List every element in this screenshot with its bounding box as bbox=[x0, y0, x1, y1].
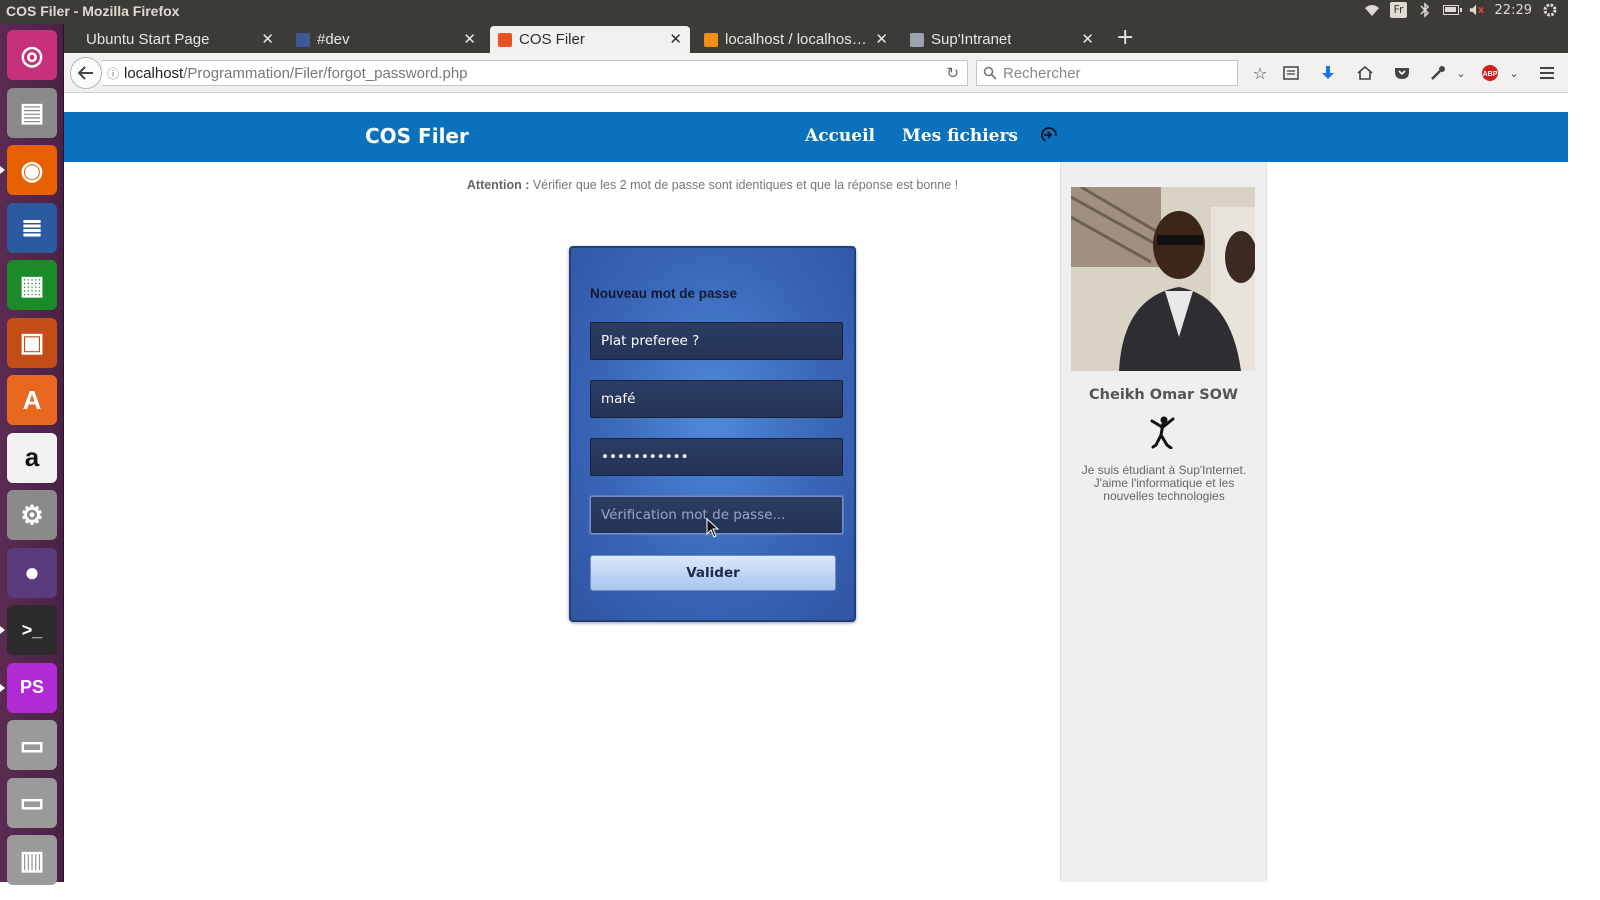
arrow-left-icon bbox=[78, 66, 93, 80]
logout-icon[interactable] bbox=[1040, 126, 1058, 144]
submit-button[interactable]: Valider bbox=[590, 555, 836, 591]
amazon-icon[interactable]: a bbox=[7, 432, 57, 483]
new-tab-icon[interactable]: + bbox=[1116, 27, 1134, 49]
unity-launcher: ◎ ▤ ◉ ≣ ▦ ▣ Aa ⚙ ● >_ PS ▭ ▭ ▥ bbox=[0, 24, 64, 885]
system-settings-icon[interactable]: ⚙ bbox=[7, 490, 57, 540]
phpmyadmin-favicon-icon bbox=[704, 32, 718, 47]
running-indicator-icon bbox=[0, 683, 5, 692]
keyboard-layout-badge[interactable]: Fr bbox=[1390, 2, 1407, 18]
drive-icon[interactable]: ▭ bbox=[7, 720, 57, 770]
ubuntu-dash-icon[interactable]: ◎ bbox=[7, 30, 57, 80]
chevron-down-icon[interactable]: ⌄ bbox=[1451, 63, 1471, 83]
search-placeholder: Rechercher bbox=[1003, 64, 1081, 82]
screencast-icon[interactable]: ● bbox=[7, 547, 57, 598]
files-icon[interactable]: ▤ bbox=[7, 87, 57, 138]
attention-notice: Attention : Vérifier que les 2 mot de pa… bbox=[365, 178, 1060, 192]
tab-phpmyadmin[interactable]: localhost / localhos… ✕ bbox=[696, 26, 896, 53]
calc-icon[interactable]: ▦ bbox=[7, 260, 57, 310]
home-icon[interactable] bbox=[1355, 63, 1375, 83]
bookmark-star-icon[interactable]: ☆ bbox=[1250, 63, 1270, 83]
adblock-icon[interactable]: ABP bbox=[1480, 63, 1500, 83]
back-button[interactable] bbox=[70, 57, 102, 89]
tab-cos-filer[interactable]: COS Filer ✕ bbox=[490, 26, 690, 53]
download-icon[interactable] bbox=[1318, 63, 1338, 83]
software-center-icon[interactable]: A bbox=[7, 375, 57, 425]
attention-text: Vérifier que les 2 mot de passe sont ide… bbox=[529, 178, 959, 192]
bluetooth-icon[interactable] bbox=[1417, 2, 1433, 18]
nav-link-home[interactable]: Accueil bbox=[805, 126, 875, 146]
tab-bar: Ubuntu Start Page ✕ #dev ✕ COS Filer ✕ l… bbox=[64, 24, 1568, 53]
reset-password-form: Nouveau mot de passe Plat preferee ? maf… bbox=[569, 246, 856, 622]
attention-label: Attention : bbox=[466, 178, 530, 192]
tab-label: Sup'Intranet bbox=[931, 31, 1012, 48]
close-icon[interactable]: ✕ bbox=[669, 30, 682, 48]
clock[interactable]: 22:29 bbox=[1495, 3, 1532, 18]
mouse-cursor-icon bbox=[706, 518, 720, 538]
site-title[interactable]: COS Filer bbox=[365, 124, 469, 148]
close-icon[interactable]: ✕ bbox=[463, 30, 476, 48]
tab-ubuntu-start-page[interactable]: Ubuntu Start Page ✕ bbox=[78, 26, 282, 53]
system-tray: Fr 22:29 bbox=[1364, 2, 1558, 18]
running-indicator-icon bbox=[0, 166, 5, 174]
page-background bbox=[64, 672, 1060, 882]
reading-list-icon[interactable] bbox=[1281, 63, 1301, 83]
system-top-panel: COS Filer - Mozilla Firefox Fr 22:29 bbox=[0, 0, 1568, 24]
hamburger-menu-icon[interactable] bbox=[1537, 63, 1557, 83]
settings-gear-icon[interactable] bbox=[1542, 2, 1558, 18]
trash-icon[interactable]: ▥ bbox=[7, 835, 57, 885]
irc-favicon-icon bbox=[296, 32, 310, 47]
dancing-person-icon bbox=[1149, 415, 1177, 450]
nav-link-files[interactable]: Mes fichiers bbox=[902, 126, 1018, 146]
close-icon[interactable]: ✕ bbox=[1081, 30, 1094, 48]
page-viewport: COS Filer Accueil Mes fichiers Attention… bbox=[64, 94, 1568, 882]
drive-icon-2[interactable]: ▭ bbox=[7, 777, 57, 828]
wifi-icon[interactable] bbox=[1364, 2, 1380, 18]
running-indicator-icon bbox=[0, 626, 5, 634]
form-title: Nouveau mot de passe bbox=[590, 286, 738, 301]
tab-label: COS Filer bbox=[519, 31, 585, 48]
url-host: localhost bbox=[124, 64, 184, 82]
reload-icon[interactable]: ↻ bbox=[946, 64, 959, 82]
url-bar[interactable]: ⓘ localhost/Programmation/Filer/forgot_p… bbox=[102, 60, 968, 86]
search-bar[interactable]: Rechercher bbox=[976, 60, 1238, 86]
impress-icon[interactable]: ▣ bbox=[7, 317, 57, 368]
firefox-icon[interactable]: ◉ bbox=[7, 145, 57, 195]
developer-tools-icon[interactable] bbox=[1428, 63, 1448, 83]
close-icon[interactable]: ✕ bbox=[261, 30, 274, 48]
new-password-field[interactable]: ••••••••••• bbox=[590, 438, 843, 476]
site-header: COS Filer Accueil Mes fichiers bbox=[64, 112, 1568, 162]
tab-dev[interactable]: #dev ✕ bbox=[288, 26, 484, 53]
profile-name: Cheikh Omar SOW bbox=[1089, 387, 1238, 403]
navigation-bar: ⓘ localhost/Programmation/Filer/forgot_p… bbox=[64, 53, 1568, 93]
info-icon[interactable]: ⓘ bbox=[102, 65, 124, 82]
window-title: COS Filer - Mozilla Firefox bbox=[6, 3, 180, 19]
search-icon bbox=[983, 66, 997, 80]
battery-icon[interactable] bbox=[1442, 2, 1462, 18]
supintranet-favicon-icon bbox=[910, 32, 924, 47]
terminal-icon[interactable]: >_ bbox=[7, 605, 57, 655]
tab-label: localhost / localhos… bbox=[725, 31, 867, 48]
url-path: /Programmation/Filer/forgot_password.php bbox=[183, 64, 468, 82]
tab-sup-intranet[interactable]: Sup'Intranet ✕ bbox=[902, 26, 1102, 53]
writer-icon[interactable]: ≣ bbox=[7, 202, 57, 253]
main-content: Attention : Vérifier que les 2 mot de pa… bbox=[365, 162, 1060, 672]
pocket-icon[interactable] bbox=[1392, 63, 1412, 83]
security-question-field[interactable]: Plat preferee ? bbox=[590, 322, 843, 360]
chevron-down-icon[interactable]: ⌄ bbox=[1504, 63, 1524, 83]
security-answer-field[interactable]: mafé bbox=[590, 380, 843, 418]
xampp-favicon-icon bbox=[498, 32, 512, 47]
phpstorm-icon[interactable]: PS bbox=[7, 662, 57, 713]
profile-bio: Je suis étudiant à Sup'Internet. J'aime … bbox=[1081, 463, 1247, 503]
tab-label: Ubuntu Start Page bbox=[86, 31, 210, 48]
close-icon[interactable]: ✕ bbox=[875, 30, 888, 48]
profile-sidebar: Cheikh Omar SOW Je suis étudiant à Sup'I… bbox=[1060, 162, 1267, 882]
profile-photo bbox=[1071, 187, 1255, 371]
svg-text:ABP: ABP bbox=[1483, 71, 1498, 78]
tab-label: #dev bbox=[317, 31, 350, 48]
volume-muted-icon[interactable] bbox=[1469, 2, 1485, 18]
